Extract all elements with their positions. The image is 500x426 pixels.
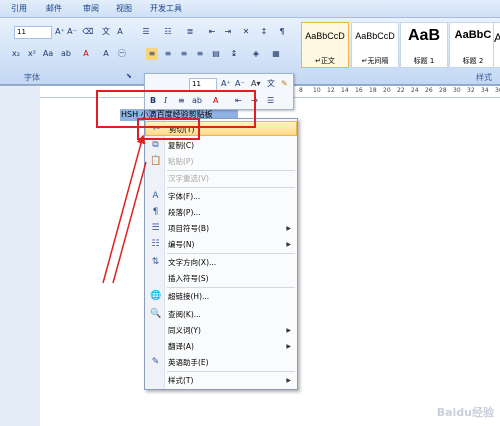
annotation-arrows xyxy=(102,134,147,284)
watermark: Baidu经验 xyxy=(436,406,494,419)
annotation-arrow xyxy=(112,161,147,284)
annotation-arrow xyxy=(102,134,146,284)
